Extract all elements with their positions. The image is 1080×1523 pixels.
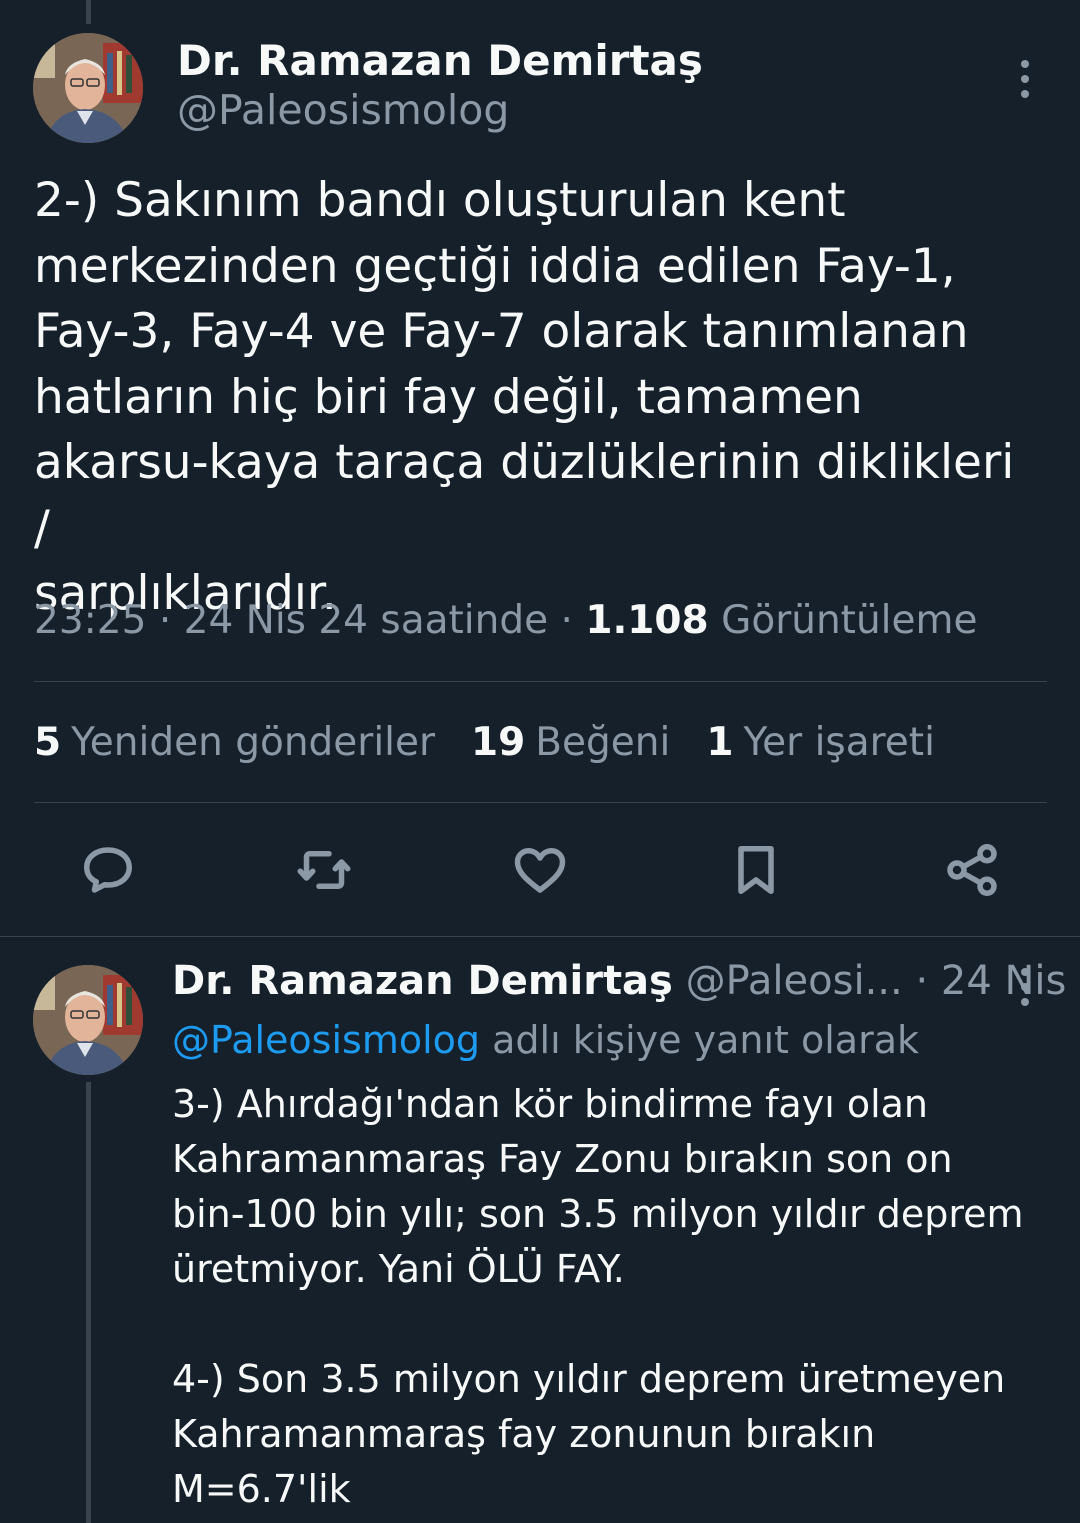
reply-author-handle[interactable]: @Paleosi...	[686, 958, 903, 1004]
separator: ·	[560, 598, 573, 643]
tweet-text: 2-) Sakınım bandı oluşturulan kent merke…	[34, 173, 1015, 621]
separator: ·	[158, 598, 172, 643]
views-label[interactable]: Görüntüleme	[721, 598, 977, 643]
thread-line	[86, 1082, 91, 1523]
reply-text: 3-) Ahırdağı'ndan kör bindirme fayı olan…	[172, 1082, 1024, 1523]
reply-avatar[interactable]	[33, 965, 143, 1075]
more-options-icon[interactable]	[1015, 60, 1035, 100]
tweet-time: 23:25	[34, 598, 147, 643]
tweet-date: 24 Nis 24 saatinde	[183, 598, 549, 643]
reposts-label: Yeniden gönderiler	[71, 720, 436, 765]
reply-to-mention[interactable]: @Paleosismolog	[172, 1018, 480, 1062]
divider	[34, 802, 1047, 803]
thread-line	[86, 0, 91, 24]
reply-header: Dr. Ramazan Demirtaş @Paleosi... · 24 Ni…	[172, 958, 1066, 1004]
replying-to: @Paleosismolog adlı kişiye yanıt olarak	[172, 1018, 919, 1062]
more-options-icon[interactable]	[1015, 968, 1035, 1008]
divider	[0, 936, 1080, 937]
like-button[interactable]	[508, 838, 572, 902]
reply-to-suffix: adlı kişiye yanıt olarak	[492, 1018, 919, 1062]
reply-date[interactable]: · 24 Nis	[915, 958, 1066, 1004]
bookmarks-label: Yer işareti	[743, 720, 935, 765]
reply-author-name[interactable]: Dr. Ramazan Demirtaş	[172, 958, 673, 1004]
bookmarks-count: 1	[706, 720, 734, 765]
bookmark-button[interactable]	[724, 838, 788, 902]
divider	[34, 681, 1047, 682]
views-count: 1.108	[585, 598, 709, 643]
author-handle[interactable]: @Paleosismolog	[177, 86, 509, 134]
bookmarks-stat[interactable]: 1 Yer işareti	[706, 720, 935, 765]
bookmark-icon	[738, 846, 774, 894]
avatar[interactable]	[33, 33, 143, 143]
like-icon	[514, 848, 566, 893]
tweet-meta: 23:25 · 24 Nis 24 saatinde · 1.108 Görün…	[34, 598, 978, 643]
avatar-photo	[33, 965, 143, 1075]
reposts-count: 5	[34, 720, 62, 765]
avatar-photo	[33, 33, 143, 143]
reply-button[interactable]	[76, 838, 140, 902]
share-icon	[947, 844, 997, 896]
reposts-stat[interactable]: 5 Yeniden gönderiler	[34, 720, 435, 765]
repost-button[interactable]	[292, 838, 356, 902]
likes-count: 19	[471, 720, 526, 765]
reply-icon	[84, 847, 132, 893]
likes-label: Beğeni	[535, 720, 671, 765]
engagement-stats: 5 Yeniden gönderiler 19 Beğeni 1 Yer işaret…	[34, 720, 935, 765]
share-button[interactable]	[940, 838, 1004, 902]
repost-icon	[297, 851, 351, 889]
author-name[interactable]: Dr. Ramazan Demirtaş	[177, 36, 703, 85]
likes-stat[interactable]: 19 Beğeni	[471, 720, 670, 765]
